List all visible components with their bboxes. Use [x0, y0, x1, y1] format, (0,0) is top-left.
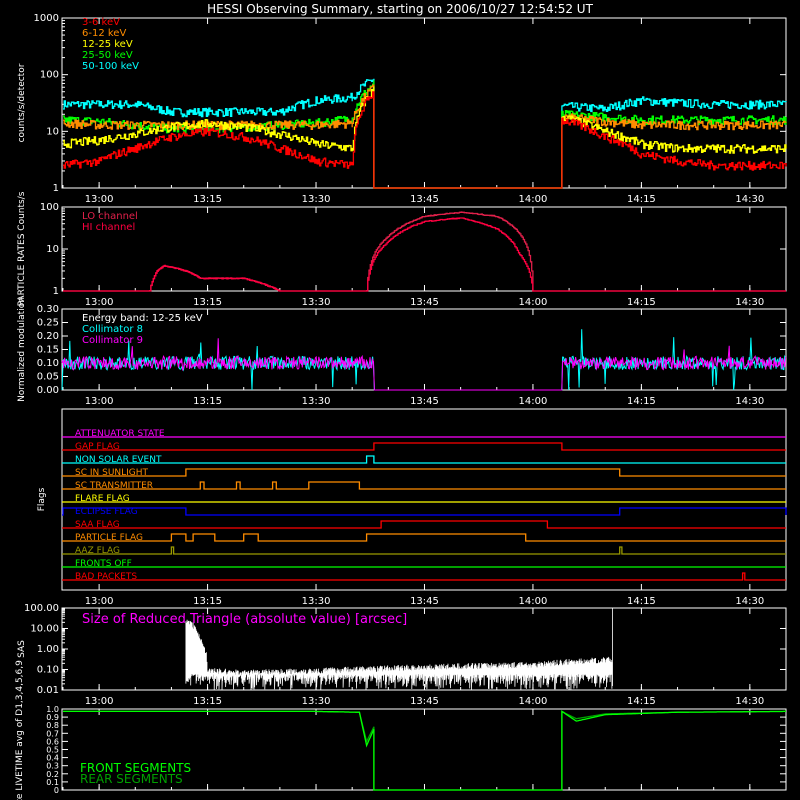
legend-entry: HI channel	[82, 222, 135, 233]
y-tick-label: 0.05	[37, 372, 59, 383]
legend-entry: 25-50 keV	[82, 50, 133, 61]
y-tick-label: 1	[53, 286, 59, 297]
time-tick-label: 13:00	[85, 194, 114, 205]
y-tick-label: 0.7	[46, 729, 59, 738]
time-tick-label: 14:30	[735, 696, 764, 707]
y-axis-label: Mon. Rate LIVETIME avg of D1,3,4,5,6,9	[15, 660, 25, 800]
y-tick-label: 0.2	[46, 770, 59, 779]
time-tick-label: 13:30	[302, 297, 331, 308]
legend-entry: Collimator 9	[82, 335, 143, 346]
y-tick-label: 1000	[34, 13, 59, 24]
time-tick-label: 13:00	[85, 696, 114, 707]
time-tick-label: 13:15	[193, 297, 222, 308]
time-tick-label: 14:30	[735, 396, 764, 407]
time-tick-label: 14:00	[519, 396, 548, 407]
time-tick-label: 13:00	[85, 297, 114, 308]
y-tick-label: 0.8	[46, 721, 59, 730]
y-tick-label: 0.6	[46, 737, 59, 746]
y-tick-label: 0.1	[46, 778, 59, 787]
y-tick-label: 0.15	[37, 345, 59, 356]
y-tick-label: 100	[40, 70, 59, 81]
legend-entry: 50-100 keV	[82, 61, 139, 72]
y-tick-label: 0.4	[46, 754, 59, 763]
y-tick-label: 10.00	[30, 624, 59, 635]
y-tick-label: 10	[46, 126, 59, 137]
legend-entry: Collimator 8	[82, 324, 143, 335]
y-tick-label: 0.30	[37, 304, 59, 315]
legend-entry: REAR SEGMENTS	[80, 772, 183, 786]
time-tick-label: 13:00	[85, 596, 114, 607]
time-tick-label: 14:00	[519, 596, 548, 607]
y-tick-label: 10	[46, 244, 59, 255]
legend-entry: 3-6 keV	[82, 17, 120, 28]
y-tick-label: 1	[53, 183, 59, 194]
y-axis-label: SAS	[17, 640, 27, 658]
time-tick-label: 13:15	[193, 596, 222, 607]
time-tick-label: 14:30	[735, 194, 764, 205]
y-axis-label: PARTICLE RATES Counts/s	[17, 191, 27, 306]
time-tick-label: 13:30	[302, 696, 331, 707]
time-tick-label: 14:30	[735, 297, 764, 308]
y-tick-label: 0.20	[37, 331, 59, 342]
legend-entry: 6-12 keV	[82, 28, 126, 39]
y-tick-label: 0.3	[46, 762, 59, 771]
time-tick-label: 13:45	[410, 396, 439, 407]
time-tick-label: 14:00	[519, 194, 548, 205]
y-tick-label: 0.25	[37, 318, 59, 329]
sas-title: Size of Reduced Triangle (absolute value…	[82, 612, 407, 627]
time-tick-label: 14:00	[519, 297, 548, 308]
y-tick-label: 1.00	[37, 644, 59, 655]
y-axis-label: Normalized modulation	[17, 297, 27, 402]
time-tick-label: 13:45	[410, 194, 439, 205]
time-tick-label: 14:15	[627, 297, 656, 308]
legend-entry: 12-25 keV	[82, 39, 133, 50]
time-tick-label: 14:30	[735, 596, 764, 607]
time-tick-label: 14:15	[627, 194, 656, 205]
hessi-summary-figure: HESSI Observing Summary, starting on 200…	[0, 0, 800, 800]
time-tick-label: 13:45	[410, 696, 439, 707]
time-tick-label: 13:15	[193, 396, 222, 407]
time-tick-label: 13:45	[410, 297, 439, 308]
time-tick-label: 14:15	[627, 696, 656, 707]
legend-title: Energy band: 12-25 keV	[82, 313, 203, 324]
y-axis-label: Flags	[37, 487, 47, 511]
y-tick-label: 100	[40, 202, 59, 213]
y-tick-label: 0	[54, 786, 59, 795]
y-tick-label: 0.5	[46, 746, 59, 755]
time-tick-label: 14:15	[627, 596, 656, 607]
time-tick-label: 13:30	[302, 596, 331, 607]
time-tick-label: 13:30	[302, 194, 331, 205]
y-tick-label: 0.10	[37, 358, 59, 369]
time-tick-label: 13:15	[193, 696, 222, 707]
legend-entry: LO channel	[82, 211, 138, 222]
y-axis-label: counts/s/detector	[17, 63, 27, 142]
y-tick-label: 0.9	[46, 713, 59, 722]
y-tick-label: 0.00	[37, 385, 59, 396]
y-tick-label: 0.10	[37, 665, 59, 676]
time-tick-label: 13:00	[85, 396, 114, 407]
figure-title: HESSI Observing Summary, starting on 200…	[207, 2, 593, 16]
time-tick-label: 14:00	[519, 696, 548, 707]
time-tick-label: 14:15	[627, 396, 656, 407]
time-tick-label: 13:30	[302, 396, 331, 407]
y-tick-label: 0.01	[37, 685, 59, 696]
y-tick-label: 100.00	[24, 603, 59, 614]
y-tick-label: 1.0	[46, 705, 59, 714]
time-tick-label: 13:15	[193, 194, 222, 205]
time-tick-label: 13:45	[410, 596, 439, 607]
